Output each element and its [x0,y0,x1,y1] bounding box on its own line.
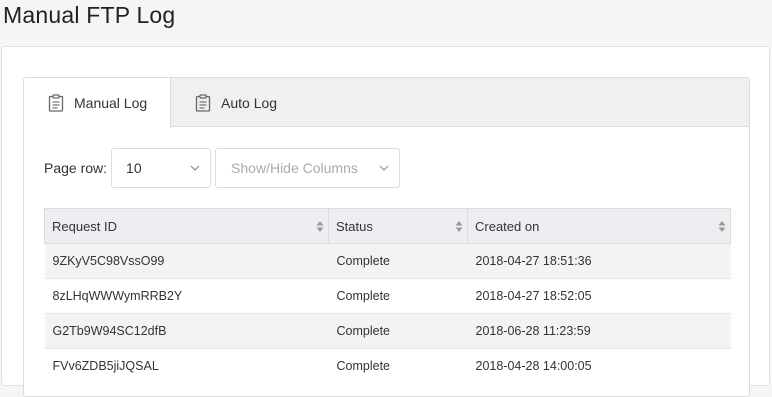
sort-icon[interactable] [316,220,324,233]
chevron-down-icon [190,160,200,176]
status-cell: Complete [328,278,468,314]
tab-bar: Manual Log Auto Log [24,78,749,128]
table-row[interactable]: 9ZKyV5C98VssO99 Complete 2018-04-27 18:5… [44,243,731,279]
log-table: Request ID Status Created on 9ZKyV5C98Vs [44,208,731,384]
column-header-request-id[interactable]: Request ID [44,208,329,244]
clipboard-icon [48,94,64,112]
table-header-row: Request ID Status Created on [44,208,731,244]
log-card: Manual Log Auto Log Page row: 10 Show/Hi… [1,46,770,397]
created-on-cell: 2018-04-28 14:00:05 [467,348,731,384]
table-controls: Page row: 10 Show/Hide Columns [44,148,401,188]
column-header-label: Request ID [52,218,118,234]
page-row-select[interactable]: 10 [111,148,212,188]
tab-manual-log[interactable]: Manual Log [24,78,171,128]
tab-auto-log-label: Auto Log [221,94,278,111]
show-hide-columns-select[interactable]: Show/Hide Columns [215,148,401,188]
page-row-value: 10 [126,160,142,176]
column-header-label: Status [336,218,373,234]
created-on-cell: 2018-06-28 11:23:59 [467,313,731,349]
table-row[interactable]: 8zLHqWWWymRRB2Y Complete 2018-04-27 18:5… [44,278,731,314]
chevron-down-icon [379,160,389,176]
column-header-status[interactable]: Status [328,208,468,244]
status-cell: Complete [328,348,468,384]
column-header-label: Created on [475,218,540,234]
table-row[interactable]: FVv6ZDB5jiJQSAL Complete 2018-04-28 14:0… [44,348,731,384]
show-hide-columns-placeholder: Show/Hide Columns [231,160,358,176]
sort-icon[interactable] [455,220,463,233]
request-id-cell: FVv6ZDB5jiJQSAL [44,348,329,384]
table-row[interactable]: G2Tb9W94SC12dfB Complete 2018-06-28 11:2… [44,313,731,349]
sort-icon[interactable] [718,220,726,233]
request-id-cell: G2Tb9W94SC12dfB [44,313,329,349]
page-title: Manual FTP Log [3,2,176,28]
page-row-label: Page row: [44,160,108,176]
tab-auto-log[interactable]: Auto Log [171,78,311,127]
created-on-cell: 2018-04-27 18:52:05 [467,278,731,314]
request-id-cell: 9ZKyV5C98VssO99 [44,243,329,279]
log-panel: Manual Log Auto Log Page row: 10 Show/Hi… [23,77,750,397]
clipboard-icon [195,93,211,112]
request-id-cell: 8zLHqWWWymRRB2Y [44,278,329,314]
created-on-cell: 2018-04-27 18:51:36 [467,243,731,279]
tab-manual-log-label: Manual Log [74,95,148,111]
status-cell: Complete [328,243,468,279]
column-header-created-on[interactable]: Created on [467,208,731,244]
status-cell: Complete [328,313,468,349]
